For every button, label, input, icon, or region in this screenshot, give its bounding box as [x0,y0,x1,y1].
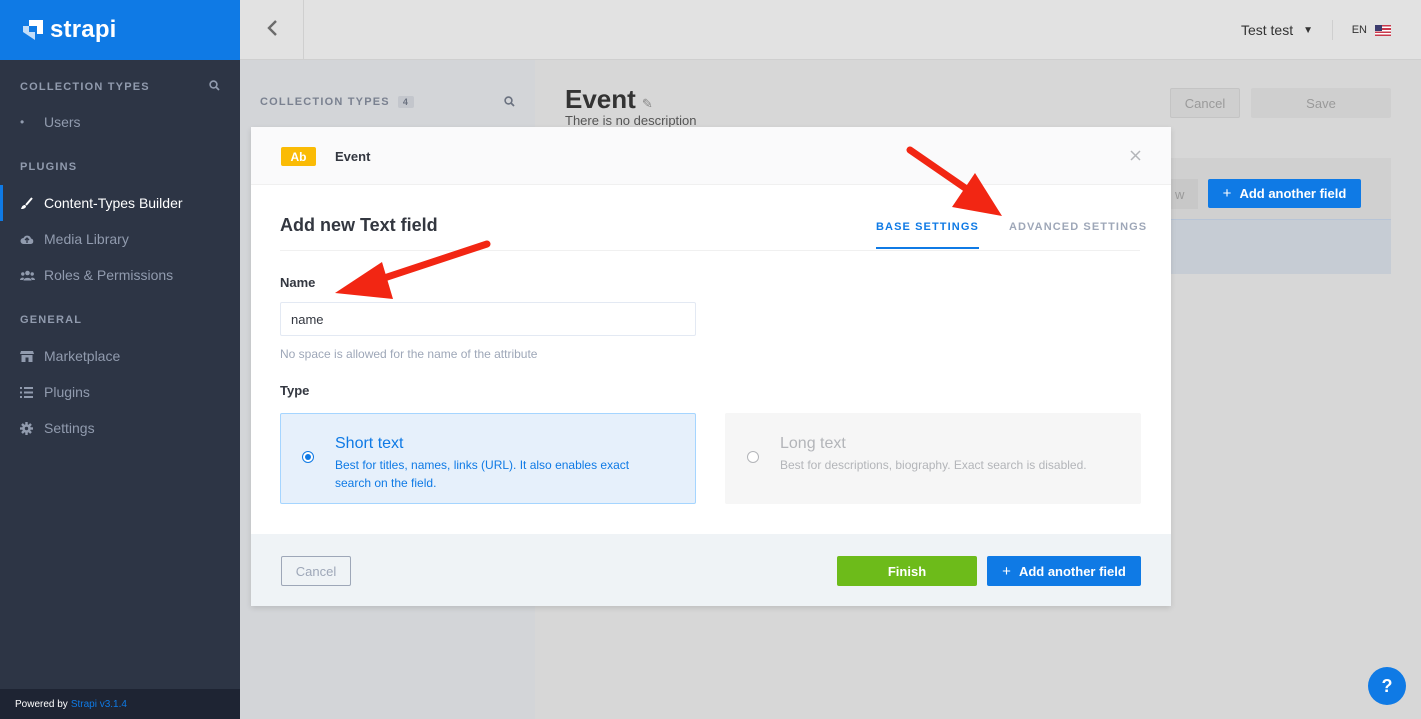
sidebar-item-media-library[interactable]: Media Library [20,221,220,257]
sidebar-section-plugins: Plugins Content-Types Builder Media Libr… [0,159,240,293]
page-title: Event ✎ [565,84,653,115]
cancel-button[interactable]: Cancel [1170,88,1240,118]
strapi-logo[interactable]: strapi [0,0,240,60]
add-field-modal: Ab Event Add new Text field Base Setting… [251,127,1171,606]
content-type-name: Event [565,84,636,114]
list-icon [20,386,44,398]
sidebar-item-label: Roles & Permissions [44,267,174,283]
collection-types-title: Collection Types [260,96,390,108]
add-another-field-button[interactable]: + Add another field [1208,179,1361,208]
sidebar-item-settings[interactable]: Settings [20,410,220,446]
option-description: Best for descriptions, biography. Exact … [780,458,1087,472]
divider [1332,20,1333,40]
divider [280,250,1140,251]
settings-tabs: Base Settings Advanced Settings [876,221,1147,249]
collection-types-count: 4 [397,96,415,108]
cancel-button[interactable]: Cancel [281,556,351,586]
sidebar-item-label: Marketplace [44,348,121,364]
sidebar-item-users[interactable]: • Users [20,104,220,140]
search-icon[interactable] [504,96,515,110]
user-name: Test test [1240,22,1294,38]
sidebar-item-label: Content-Types Builder [44,195,183,211]
button-label: Add another field [1239,186,1347,201]
sidebar-item-roles-permissions[interactable]: Roles & Permissions [20,257,220,293]
name-field[interactable] [280,302,696,336]
close-icon[interactable] [1130,145,1141,166]
plus-icon: + [1222,185,1232,202]
fields-list-header [1170,219,1391,274]
gear-icon [20,421,44,435]
add-another-field-button[interactable]: + Add another field [987,556,1141,586]
save-button[interactable]: Save [1251,88,1391,118]
pencil-icon[interactable]: ✎ [642,96,653,111]
shop-icon [20,350,44,362]
chevron-left-icon [266,17,278,43]
sidebar-section-title: General [20,314,83,326]
modal-footer: Cancel Finish + Add another field [251,534,1171,606]
tab-advanced-settings[interactable]: Advanced Settings [1009,221,1147,249]
sidebar-item-marketplace[interactable]: Marketplace [20,338,220,374]
sidebar-section-collection-types: Collection Types • Users [0,79,240,140]
sidebar-item-label: Users [44,114,81,130]
sidebar-section-title: Collection Types [20,81,150,93]
sidebar-item-label: Plugins [44,384,90,400]
strapi-version-link[interactable]: Strapi v3.1.4 [71,699,127,710]
top-bar: Test test ▼ EN [240,0,1421,60]
user-menu[interactable]: Test test ▼ [1241,22,1313,38]
help-button[interactable]: ? [1368,667,1406,705]
sidebar-item-content-types-builder[interactable]: Content-Types Builder [0,185,220,221]
powered-by-label: Powered by [15,698,68,710]
sidebar-section-general: General Marketplace Plugins Settings [0,312,240,446]
sidebar-item-label: Media Library [44,231,129,247]
language-selector[interactable]: EN [1352,24,1391,36]
option-description: Best for titles, names, links (URL). It … [335,458,630,490]
content-type-description: There is no description [565,113,697,128]
search-icon[interactable] [209,80,220,94]
plus-icon: + [1002,562,1011,580]
name-hint: No space is allowed for the name of the … [280,347,538,361]
text-field-type-badge: Ab [281,147,316,166]
type-option-long-text[interactable]: Long text Best for descriptions, biograp… [725,413,1141,504]
back-button[interactable] [240,0,304,60]
tab-base-settings[interactable]: Base Settings [876,221,979,249]
brand-name: strapi [50,16,117,43]
brush-icon [20,196,44,210]
bullet-icon: • [20,115,25,129]
modal-header: Ab Event [251,127,1171,185]
language-code: EN [1351,24,1367,36]
sidebar-section-title: Plugins [20,161,78,173]
option-title: Short text [335,435,404,452]
radio-unselected[interactable] [747,451,759,463]
strapi-logo-icon [22,19,44,41]
users-icon [20,270,44,281]
sidebar-item-plugins[interactable]: Plugins [20,374,220,410]
caret-down-icon: ▼ [1303,24,1313,36]
modal-content-type: Event [335,149,371,164]
name-label: Name [280,275,316,290]
cloud-upload-icon [20,234,44,245]
radio-selected[interactable] [302,451,314,463]
left-sidebar: strapi Collection Types • Users Plugins … [0,0,240,719]
option-title: Long text [780,435,846,452]
modal-title: Add new Text field [280,215,438,235]
powered-by-footer: Powered by Strapi v3.1.4 [0,689,240,719]
type-option-short-text[interactable]: Short text Best for titles, names, links… [280,413,696,504]
us-flag-icon [1375,24,1391,36]
type-label: Type [280,383,310,398]
edit-view-button[interactable]: w [1171,179,1198,209]
button-label: Add another field [1018,563,1126,579]
sidebar-item-label: Settings [44,420,95,436]
finish-button[interactable]: Finish [837,556,977,586]
